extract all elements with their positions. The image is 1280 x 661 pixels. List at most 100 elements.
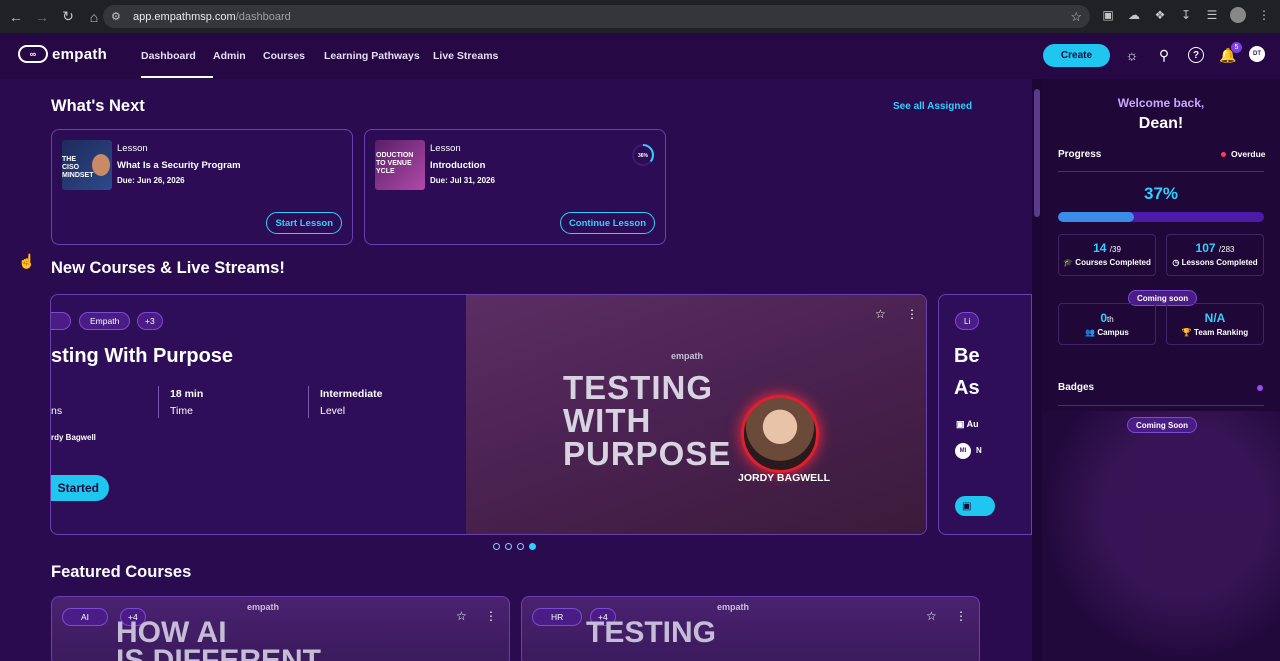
tag-more-pill[interactable]: +3 (137, 312, 163, 330)
lesson-title: What Is a Security Program (117, 160, 241, 171)
main-nav: Dashboard Admin Courses Learning Pathway… (141, 33, 503, 79)
see-all-assigned-link[interactable]: See all Assigned (893, 101, 972, 112)
coming-soon-badge: Coming Soon (1127, 417, 1197, 433)
lesson-type: Lesson (117, 143, 148, 154)
back-icon[interactable]: ← (4, 5, 28, 29)
poster-instructor-name: JORDY BAGWELL (738, 472, 830, 484)
team-ranking-stat: N/A 🏆 Team Ranking (1166, 303, 1264, 345)
menu-icon[interactable]: ⋮ (1256, 7, 1272, 23)
media-icon[interactable]: ☰ (1204, 7, 1220, 23)
continue-lesson-button[interactable]: Continue Lesson (559, 212, 655, 234)
lesson-card[interactable]: ODUCTION TO VENUE YCLE Lesson Introducti… (364, 129, 666, 245)
puzzle-icon[interactable]: ❖ (1152, 7, 1168, 23)
notification-badge: 5 (1231, 42, 1242, 53)
nav-admin[interactable]: Admin (213, 33, 263, 79)
search-icon[interactable]: ⚲ (1155, 46, 1173, 64)
tag-pill[interactable]: Empath (79, 312, 131, 330)
logo-mark-icon: ∞ (18, 45, 48, 63)
new-courses-heading: New Courses & Live Streams! (51, 259, 285, 277)
app-header: ∞ empath Dashboard Admin Courses Learnin… (0, 33, 1280, 79)
progress-percent: 37% (1143, 184, 1179, 203)
nav-courses[interactable]: Courses (263, 33, 324, 79)
nav-live-streams[interactable]: Live Streams (433, 33, 503, 79)
sidebar-background (1042, 411, 1280, 661)
carousel-dot[interactable] (493, 543, 500, 550)
help-icon[interactable]: ? (1188, 47, 1204, 63)
get-started-button[interactable]: Started (51, 475, 109, 501)
carousel-dot[interactable] (505, 543, 512, 550)
course-carousel-slide[interactable]: Empath +3 sting With Purpose ns 18 min T… (50, 294, 927, 535)
more-menu-icon[interactable]: ⋮ (485, 609, 497, 623)
stat-label: ns (51, 405, 63, 417)
address-bar[interactable]: ⚙ app.empathmsp.com/dashboard ☆ (103, 5, 1090, 28)
overdue-legend: Overdue (1221, 149, 1266, 159)
user-avatar[interactable]: DT (1249, 46, 1265, 62)
scrollbar-thumb[interactable] (1034, 89, 1040, 217)
stat-divider (308, 386, 309, 418)
lessons-completed-stat: 107 /283 ◷ Lessons Completed (1166, 234, 1264, 276)
welcome-text: Welcome back, (1117, 96, 1205, 110)
carousel-dot-active[interactable] (529, 543, 536, 550)
site-info-icon[interactable]: ⚙ (111, 10, 129, 23)
featured-course-card[interactable]: empath AI +4 HOW AI IS DIFFERENT ☆ ⋮ (51, 596, 510, 661)
profile-avatar[interactable] (1230, 7, 1246, 23)
peek-calendar-button[interactable]: ▣ (955, 496, 995, 516)
stat-divider (158, 386, 159, 418)
tag-pill[interactable]: HR (532, 608, 583, 626)
bookmark-star-icon[interactable]: ☆ (1070, 9, 1082, 25)
stat-label: Time (170, 405, 193, 417)
featured-courses-heading: Featured Courses (51, 563, 192, 581)
favorite-star-icon[interactable]: ☆ (926, 609, 937, 623)
start-lesson-button[interactable]: Start Lesson (266, 212, 342, 234)
lesson-thumbnail: ODUCTION TO VENUE YCLE (375, 140, 425, 190)
main-scrollbar[interactable] (1032, 79, 1042, 661)
nav-dashboard[interactable]: Dashboard (141, 33, 213, 79)
tag-pill[interactable] (51, 312, 71, 330)
reload-icon[interactable]: ↻ (56, 5, 80, 29)
stat-label: Level (320, 405, 346, 417)
campus-stat: 0th 👥 Campus (1058, 303, 1156, 345)
peek-title: As (954, 377, 980, 399)
more-menu-icon[interactable]: ⋮ (955, 609, 967, 623)
progress-label: Progress (1058, 149, 1102, 160)
next-slide-peek[interactable]: Li Be As ▣ Au MI N ▣ (938, 294, 1032, 535)
lesson-thumbnail: THE CISO MINDSET (62, 140, 112, 190)
card-poster-title: HOW AI IS DIFFERENT (116, 616, 322, 661)
carousel-dot[interactable] (517, 543, 524, 550)
extension-icon[interactable]: ☁ (1126, 7, 1142, 23)
peek-date: ▣ Au (956, 419, 979, 429)
progress-bar-fill (1058, 212, 1135, 222)
theme-sun-icon[interactable]: ☼ (1123, 46, 1141, 64)
favorite-star-icon[interactable]: ☆ (875, 307, 886, 321)
stat-value: 18 min (170, 388, 204, 400)
carousel-dots (493, 543, 536, 550)
badges-label: Badges (1058, 382, 1095, 393)
nav-learning-pathways[interactable]: Learning Pathways (324, 33, 433, 79)
tag-pill[interactable]: AI (62, 608, 109, 626)
lesson-due: Due: Jun 26, 2026 (117, 176, 185, 185)
user-name: Dean! (1138, 115, 1184, 132)
empath-logo[interactable]: ∞ empath (18, 45, 107, 63)
progress-ring-label: 36% (638, 153, 649, 159)
card-brand: empath (247, 602, 280, 612)
featured-course-card[interactable]: empath HR +4 TESTING ☆ ⋮ (521, 596, 980, 661)
download-icon[interactable]: ↧ (1178, 7, 1194, 23)
peek-title: Be (954, 345, 980, 367)
progress-sidebar: Welcome back, Dean! Progress Overdue 37%… (1042, 79, 1280, 661)
instructor-portrait (741, 395, 819, 473)
poster-title: TESTING WITH PURPOSE (563, 369, 732, 472)
favorite-star-icon[interactable]: ☆ (456, 609, 467, 623)
badges-indicator (1257, 385, 1263, 391)
create-button[interactable]: Create (1043, 44, 1110, 67)
lesson-due: Due: Jul 31, 2026 (430, 176, 495, 185)
browser-toolbar: ← → ↻ ⌂ ⚙ app.empathmsp.com/dashboard ☆ … (0, 0, 1280, 33)
divider (1058, 171, 1264, 172)
extension-icon[interactable]: ▣ (1100, 7, 1116, 23)
brand-name: empath (52, 45, 108, 63)
lesson-card[interactable]: THE CISO MINDSET Lesson What Is a Securi… (51, 129, 353, 245)
more-menu-icon[interactable]: ⋮ (906, 307, 918, 321)
course-poster: empath TESTING WITH PURPOSE JORDY BAGWEL… (466, 295, 926, 534)
forward-icon[interactable]: → (30, 5, 54, 29)
peek-avatar: MI (955, 443, 971, 459)
poster-brand: empath (671, 351, 704, 361)
